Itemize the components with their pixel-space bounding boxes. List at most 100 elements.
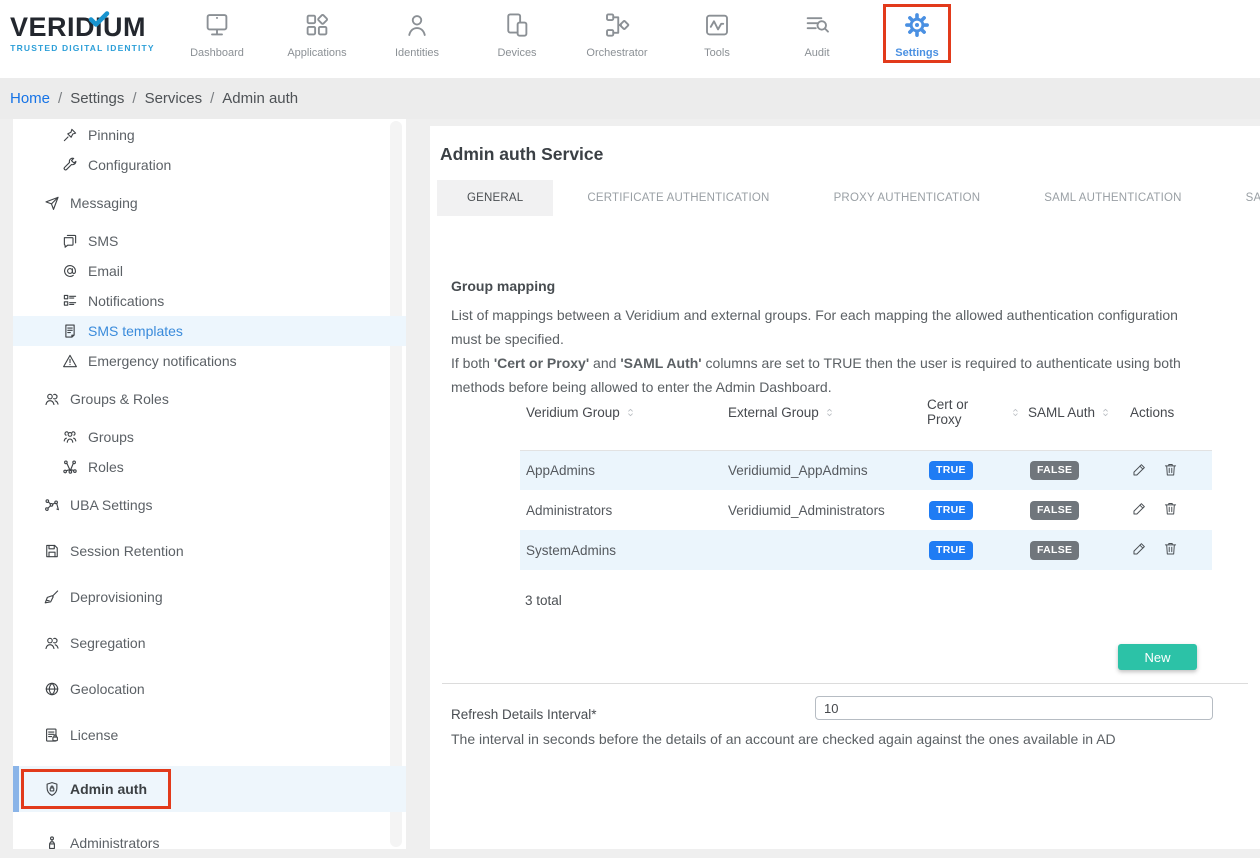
breadcrumb: Home/Settings/Services/Admin auth — [0, 78, 1260, 119]
save-icon — [43, 542, 61, 560]
settings-icon — [902, 10, 932, 40]
cell-external-group: Veridiumid_Administrators — [722, 503, 921, 518]
column-header-saml-auth[interactable]: SAML Auth — [1022, 405, 1124, 420]
logo-text: VERID — [10, 12, 95, 42]
sort-icon — [823, 406, 836, 419]
send-icon — [43, 194, 61, 212]
nav-item-label: Tools — [704, 47, 730, 59]
refresh-interval-description: The interval in seconds before the detai… — [451, 731, 1116, 747]
main-panel: Admin auth Service GENERALCERTIFICATE AU… — [430, 126, 1260, 849]
cell-veridium-group: SystemAdmins — [520, 543, 722, 558]
breadcrumb-separator: / — [58, 90, 62, 107]
delete-mapping-button[interactable] — [1161, 461, 1179, 479]
column-header-veridium-group[interactable]: Veridium Group — [520, 405, 722, 420]
sidebar-item-messaging[interactable]: Messaging — [13, 188, 406, 218]
edit-mapping-button[interactable] — [1130, 500, 1148, 518]
tab-saml-keys[interactable]: SAML KEYS — [1216, 180, 1260, 216]
breadcrumb-item-admin-auth: Admin auth — [222, 90, 298, 107]
new-mapping-button[interactable]: New — [1118, 644, 1197, 670]
network-icon — [43, 496, 61, 514]
refresh-interval-input[interactable] — [815, 696, 1213, 720]
sidebar-item-label: Segregation — [70, 635, 146, 651]
table-total-count: 3 total — [525, 593, 562, 608]
sidebar-item-label: Email — [88, 263, 123, 279]
sidebar-item-email[interactable]: Email — [13, 256, 406, 286]
breadcrumb-item-settings[interactable]: Settings — [70, 90, 124, 107]
sidebar-item-segregation[interactable]: Segregation — [13, 628, 406, 658]
sidebar-item-notifications[interactable]: Notifications — [13, 286, 406, 316]
table-row-appadmins: AppAdminsVeridiumid_AppAdmins TRUE FALSE — [520, 450, 1212, 490]
page-title: Admin auth Service — [440, 144, 603, 165]
cert-or-proxy-badge: TRUE — [929, 501, 973, 520]
nav-item-identities[interactable]: Identities — [367, 0, 467, 78]
nav-item-orchestrator[interactable]: Orchestrator — [567, 0, 667, 78]
cell-external-group: Veridiumid_AppAdmins — [722, 463, 921, 478]
breadcrumb-item-services[interactable]: Services — [145, 90, 203, 107]
sidebar-item-label: Groups — [88, 429, 134, 445]
sidebar-item-configuration[interactable]: Configuration — [13, 150, 406, 180]
edit-mapping-button[interactable] — [1130, 540, 1148, 558]
table-header-row: Veridium GroupExternal GroupCert or Prox… — [520, 397, 1212, 427]
delete-mapping-button[interactable] — [1161, 500, 1179, 518]
dashboard-icon — [202, 10, 232, 40]
table-body: AppAdminsVeridiumid_AppAdminsTRUEFALSEAd… — [520, 450, 1212, 570]
sidebar-item-groups[interactable]: Groups — [13, 422, 406, 452]
cell-veridium-group: AppAdmins — [520, 463, 722, 478]
nav-item-label: Orchestrator — [586, 47, 647, 59]
nav-item-audit[interactable]: Audit — [767, 0, 867, 78]
sidebar-item-session-retention[interactable]: Session Retention — [13, 536, 406, 566]
nav-item-devices[interactable]: Devices — [467, 0, 567, 78]
sidebar-item-sms[interactable]: SMS — [13, 226, 406, 256]
sidebar-item-label: UBA Settings — [70, 497, 153, 513]
cert-or-proxy-badge: TRUE — [929, 461, 973, 480]
tab-proxy-authentication[interactable]: PROXY AUTHENTICATION — [804, 180, 1011, 216]
devices-icon — [502, 10, 532, 40]
sidebar-item-label: Geolocation — [70, 681, 145, 697]
sidebar-item-administrators[interactable]: Administrators — [13, 828, 406, 858]
tab-certificate-authentication[interactable]: CERTIFICATE AUTHENTICATION — [557, 180, 799, 216]
sidebar-item-label: Notifications — [88, 293, 164, 309]
column-header-cert-or-proxy[interactable]: Cert or Proxy — [921, 397, 1022, 427]
group-icon — [61, 428, 79, 446]
sidebar-item-license[interactable]: License — [13, 720, 406, 750]
sidebar-item-label: License — [70, 727, 118, 743]
sidebar-item-label: SMS — [88, 233, 118, 249]
tab-general[interactable]: GENERAL — [437, 180, 553, 216]
veridium-logo[interactable]: VERIDIUM TRUSTED DIGITAL IDENTITY — [10, 12, 155, 53]
nav-item-settings[interactable]: Settings — [867, 0, 967, 78]
applications-icon — [302, 10, 332, 40]
sidebar-item-label: Messaging — [70, 195, 138, 211]
column-header-external-group[interactable]: External Group — [722, 405, 921, 420]
logo-wordmark: VERIDIUM — [10, 12, 155, 42]
sidebar-item-label: Roles — [88, 459, 124, 475]
sidebar-nav: PinningConfiguration Messaging SMS Email Not… — [13, 119, 406, 849]
sidebar-item-groups-roles[interactable]: Groups & Roles — [13, 384, 406, 414]
sidebar-item-geolocation[interactable]: Geolocation — [13, 674, 406, 704]
roles-icon — [61, 458, 79, 476]
delete-mapping-button[interactable] — [1161, 540, 1179, 558]
group-mapping-table: Veridium GroupExternal GroupCert or Prox… — [520, 397, 1212, 570]
top-bar: VERIDIUM TRUSTED DIGITAL IDENTITY Dashbo… — [0, 0, 1260, 78]
edit-mapping-button[interactable] — [1130, 461, 1148, 479]
column-header-actions: Actions — [1124, 405, 1212, 420]
nav-item-label: Audit — [804, 47, 829, 59]
sidebar-item-uba-settings[interactable]: UBA Settings — [13, 490, 406, 520]
nav-item-label: Settings — [895, 47, 938, 59]
admin-person-icon — [43, 834, 61, 852]
group-mapping-description-1: List of mappings between a Veridium and … — [451, 303, 1196, 351]
tab-saml-authentication[interactable]: SAML AUTHENTICATION — [1014, 180, 1211, 216]
tools-icon — [702, 10, 732, 40]
sidebar-item-pinning[interactable]: Pinning — [13, 120, 406, 150]
sidebar-item-admin-auth[interactable]: Admin auth — [13, 766, 406, 812]
sidebar-item-roles[interactable]: Roles — [13, 452, 406, 482]
nav-item-tools[interactable]: Tools — [667, 0, 767, 78]
breadcrumb-item-home[interactable]: Home — [10, 90, 50, 107]
group-mapping-heading: Group mapping — [451, 278, 1196, 294]
saml-auth-badge: FALSE — [1030, 461, 1079, 480]
nav-item-dashboard[interactable]: Dashboard — [167, 0, 267, 78]
sidebar-item-sms-templates[interactable]: SMS templates — [13, 316, 406, 346]
sidebar-item-emergency-notifications[interactable]: Emergency notifications — [13, 346, 406, 376]
nav-item-applications[interactable]: Applications — [267, 0, 367, 78]
sidebar-item-deprovisioning[interactable]: Deprovisioning — [13, 582, 406, 612]
sidebar-item-label: SMS templates — [88, 323, 183, 339]
